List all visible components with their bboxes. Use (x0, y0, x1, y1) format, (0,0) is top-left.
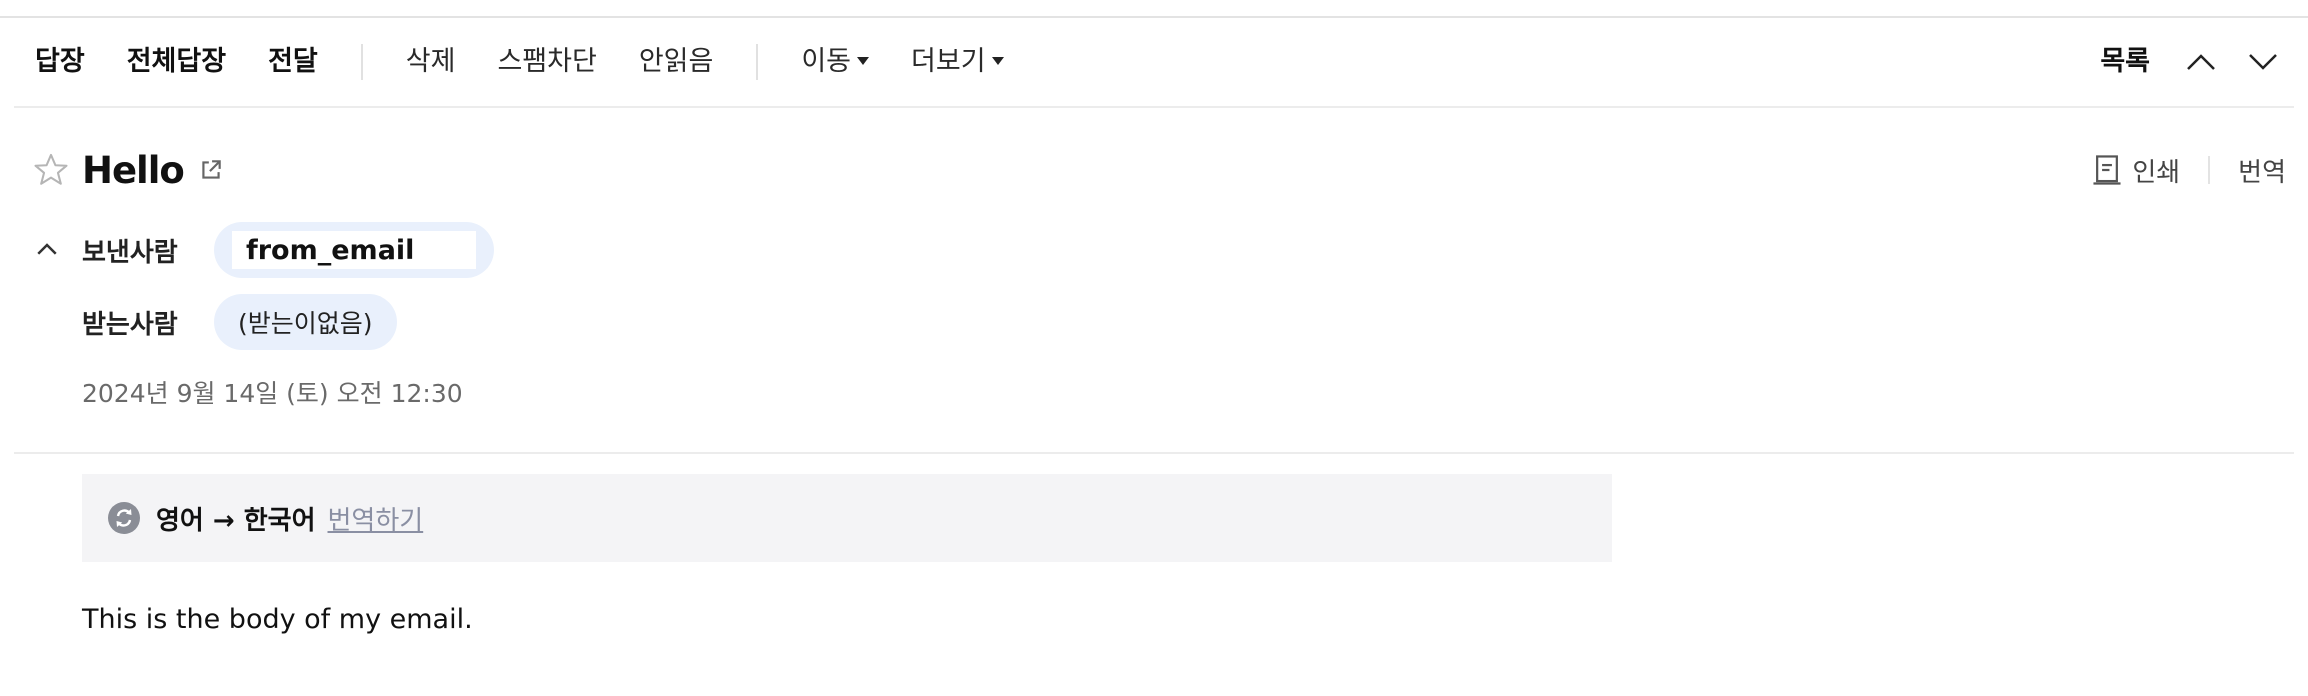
email-body: This is the body of my email. (82, 604, 473, 635)
sent-date: 2024년 9월 14일 (토) 오전 12:30 (82, 379, 463, 408)
move-dropdown[interactable]: 이동 (780, 18, 890, 106)
sender-label: 보낸사람 (82, 237, 178, 268)
star-outline-icon[interactable] (32, 151, 70, 189)
more-dropdown-label: 더보기 (911, 46, 986, 77)
message-actions: 인쇄 번역 (2092, 140, 2286, 200)
external-link-icon[interactable] (198, 157, 224, 183)
print-button[interactable]: 인쇄 (2092, 152, 2180, 189)
toolbar-divider (756, 44, 759, 80)
translation-bar: 영어 → 한국어 번역하기 (82, 474, 1612, 562)
sender-chip[interactable]: from_email (214, 222, 494, 278)
translate-button[interactable]: 번역 (2238, 152, 2286, 189)
recipient-chip[interactable]: (받는이없음) (214, 294, 397, 350)
translation-languages: 영어 → 한국어 (156, 505, 316, 536)
translate-link[interactable]: 번역하기 (328, 500, 424, 537)
chevron-up-icon[interactable] (2170, 18, 2232, 106)
reply-button[interactable]: 답장 (14, 18, 106, 106)
chevron-up-icon[interactable] (32, 235, 62, 265)
subject-row: Hello (32, 140, 224, 200)
actions-divider (2208, 156, 2211, 184)
email-subject: Hello (82, 148, 185, 192)
toolbar-divider (360, 44, 363, 80)
caret-down-icon (991, 56, 1004, 65)
recipient-row: 받는사람 (받는이없음) (82, 294, 397, 350)
list-button[interactable]: 목록 (2100, 18, 2170, 106)
block-spam-button[interactable]: 스팸차단 (476, 18, 617, 106)
refresh-icon (108, 502, 140, 534)
move-dropdown-label: 이동 (801, 46, 852, 77)
sender-row: 보낸사람 from_email (32, 222, 494, 278)
more-dropdown[interactable]: 더보기 (890, 18, 1025, 106)
mark-unread-button[interactable]: 안읽음 (618, 18, 735, 106)
header-divider (14, 452, 2294, 454)
reply-all-button[interactable]: 전체답장 (106, 18, 247, 106)
delete-button[interactable]: 삭제 (385, 18, 477, 106)
sender-address: from_email (232, 231, 476, 269)
printer-icon (2093, 155, 2121, 185)
recipient-label: 받는사람 (82, 309, 178, 340)
toolbar-right: 목록 (2100, 18, 2294, 106)
chevron-down-icon[interactable] (2232, 18, 2294, 106)
caret-down-icon (857, 56, 870, 65)
print-label: 인쇄 (2132, 157, 2181, 188)
forward-button[interactable]: 전달 (247, 18, 339, 106)
mail-toolbar: 답장 전체답장 전달 삭제 스팸차단 안읽음 이동 더보기 목록 (14, 18, 2294, 108)
